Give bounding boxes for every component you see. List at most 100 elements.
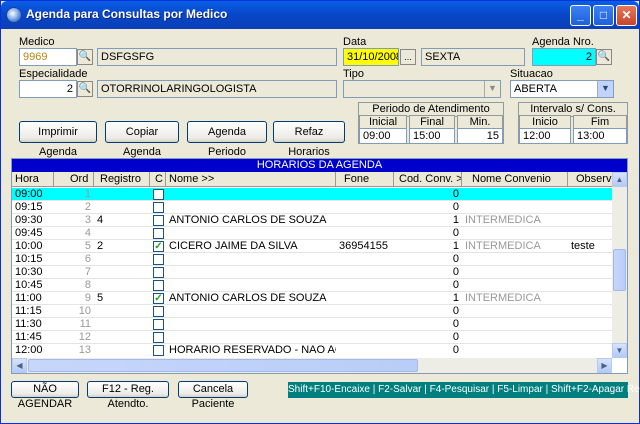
cell-convenio[interactable] <box>462 344 568 356</box>
confirm-checkbox[interactable] <box>153 267 164 278</box>
col-fone[interactable]: Fone <box>336 172 394 187</box>
cell-ord[interactable]: 10 <box>54 305 94 318</box>
col-hora[interactable]: Hora <box>12 172 54 187</box>
cell-hora[interactable]: 11:00 <box>12 292 54 305</box>
cell-registro[interactable] <box>94 188 150 201</box>
confirm-checkbox[interactable] <box>153 332 164 343</box>
cell-hora[interactable]: 09:30 <box>12 214 54 227</box>
cell-hora[interactable]: 11:45 <box>12 331 54 344</box>
medico-search-icon[interactable]: 🔍 <box>77 49 93 65</box>
cell-nome[interactable] <box>166 305 336 318</box>
cell-registro[interactable] <box>94 227 150 240</box>
cell-nome[interactable] <box>166 331 336 344</box>
confirm-checkbox[interactable] <box>153 254 164 265</box>
maximize-button[interactable]: □ <box>593 5 614 26</box>
cell-fone[interactable] <box>336 331 394 344</box>
cell-registro[interactable] <box>94 201 150 214</box>
table-row[interactable]: 09:15 2 0 <box>12 201 612 214</box>
cell-obs[interactable]: teste <box>568 240 612 253</box>
confirm-checkbox[interactable]: ✓ <box>153 293 164 304</box>
scroll-right-icon[interactable]: ▶ <box>597 358 612 373</box>
cell-obs[interactable] <box>568 344 612 356</box>
cell-obs[interactable] <box>568 331 612 344</box>
cell-ord[interactable]: 13 <box>54 344 94 356</box>
cell-fone[interactable] <box>336 305 394 318</box>
cancela-paciente-button[interactable]: Cancela Paciente <box>178 381 248 410</box>
confirm-checkbox[interactable] <box>153 319 164 330</box>
cell-fone[interactable] <box>336 201 394 214</box>
periodo-min-input[interactable]: 15 <box>457 128 503 144</box>
cell-convenio[interactable]: INTERMEDICA <box>462 214 568 227</box>
confirm-checkbox[interactable] <box>153 215 164 226</box>
cell-registro[interactable] <box>94 331 150 344</box>
cell-hora[interactable]: 11:15 <box>12 305 54 318</box>
table-row[interactable]: 10:45 8 0 <box>12 279 612 292</box>
cell-registro[interactable] <box>94 344 150 356</box>
agenda-periodo-button[interactable]: Agenda Periodo <box>187 121 267 158</box>
scroll-down-icon[interactable]: ▼ <box>612 343 627 358</box>
confirm-checkbox[interactable] <box>153 228 164 239</box>
cell-hora[interactable]: 09:15 <box>12 201 54 214</box>
refaz-horarios-button[interactable]: Refaz Horarios <box>273 121 345 158</box>
intervalo-fim-input[interactable]: 13:00 <box>573 128 627 144</box>
imprimir-agenda-button[interactable]: Imprimir Agenda <box>19 121 97 158</box>
cell-cod[interactable]: 0 <box>394 318 462 331</box>
cell-ord[interactable]: 4 <box>54 227 94 240</box>
table-row[interactable]: 11:30 11 0 <box>12 318 612 331</box>
cell-convenio[interactable] <box>462 318 568 331</box>
cell-ord[interactable]: 11 <box>54 318 94 331</box>
cell-hora[interactable]: 10:45 <box>12 279 54 292</box>
date-input[interactable]: 31/10/2008 <box>343 48 399 66</box>
cell-ord[interactable]: 1 <box>54 188 94 201</box>
cell-cod[interactable]: 0 <box>394 344 462 356</box>
cell-cod[interactable]: 0 <box>394 188 462 201</box>
table-row[interactable]: 11:00 9 5 ANTONIO CARLOS DE SOUZA 1 INTERMEDI… <box>12 292 612 305</box>
cell-fone[interactable] <box>336 266 394 279</box>
cell-nome[interactable] <box>166 201 336 214</box>
cell-fone[interactable] <box>336 318 394 331</box>
col-observacao[interactable]: Observação <box>568 172 612 187</box>
col-nome-convenio[interactable]: Nome Convenio <box>462 172 568 187</box>
reg-atendto-button[interactable]: F12 - Reg. Atendto. <box>87 381 169 410</box>
periodo-inicial-input[interactable]: 09:00 <box>359 128 407 144</box>
cell-cod[interactable]: 0 <box>394 266 462 279</box>
confirm-checkbox[interactable] <box>153 345 164 356</box>
close-button[interactable]: ✕ <box>616 5 637 26</box>
cell-nome[interactable] <box>166 318 336 331</box>
cell-obs[interactable] <box>568 266 612 279</box>
table-row[interactable]: 11:15 10 0 <box>12 305 612 318</box>
cell-obs[interactable] <box>568 305 612 318</box>
cell-nome[interactable] <box>166 227 336 240</box>
table-row[interactable]: 10:00 5 2 CICERO JAIME DA SILVA 36954155 1 INT… <box>12 240 612 253</box>
vertical-scroll-thumb[interactable] <box>613 249 626 291</box>
col-nome[interactable]: Nome >> <box>166 172 336 187</box>
agenda-nro-input[interactable]: 2 <box>532 48 596 66</box>
cell-cod[interactable]: 0 <box>394 279 462 292</box>
cell-hora[interactable]: 11:30 <box>12 318 54 331</box>
vertical-scrollbar[interactable]: ▲ ▼ <box>612 172 627 358</box>
medico-code-input[interactable]: 9969 <box>19 48 77 66</box>
cell-hora[interactable]: 10:30 <box>12 266 54 279</box>
confirm-checkbox[interactable] <box>153 202 164 213</box>
situacao-chevron-down-icon[interactable]: ▼ <box>597 81 613 97</box>
table-row[interactable]: 10:15 6 0 <box>12 253 612 266</box>
cell-ord[interactable]: 7 <box>54 266 94 279</box>
cell-cod[interactable]: 0 <box>394 253 462 266</box>
cell-convenio[interactable] <box>462 279 568 292</box>
table-row[interactable]: 12:0013 HORARIO RESERVADO - NAO AGENDAR 0 <box>12 344 612 356</box>
cell-obs[interactable] <box>568 253 612 266</box>
title-bar[interactable]: Agenda para Consultas por Medico _ □ ✕ <box>1 1 639 29</box>
cell-fone[interactable] <box>336 188 394 201</box>
cell-obs[interactable] <box>568 292 612 305</box>
cell-cod[interactable]: 0 <box>394 227 462 240</box>
cell-fone[interactable] <box>336 279 394 292</box>
cell-registro[interactable]: 4 <box>94 214 150 227</box>
cell-obs[interactable] <box>568 279 612 292</box>
cell-convenio[interactable]: INTERMEDICA <box>462 292 568 305</box>
cell-nome[interactable]: ANTONIO CARLOS DE SOUZA <box>166 214 336 227</box>
cell-cod[interactable]: 1 <box>394 214 462 227</box>
cell-ord[interactable]: 6 <box>54 253 94 266</box>
date-picker-button[interactable]: ... <box>400 49 416 65</box>
cell-fone[interactable] <box>336 344 394 356</box>
agenda-search-icon[interactable]: 🔍 <box>596 49 612 65</box>
